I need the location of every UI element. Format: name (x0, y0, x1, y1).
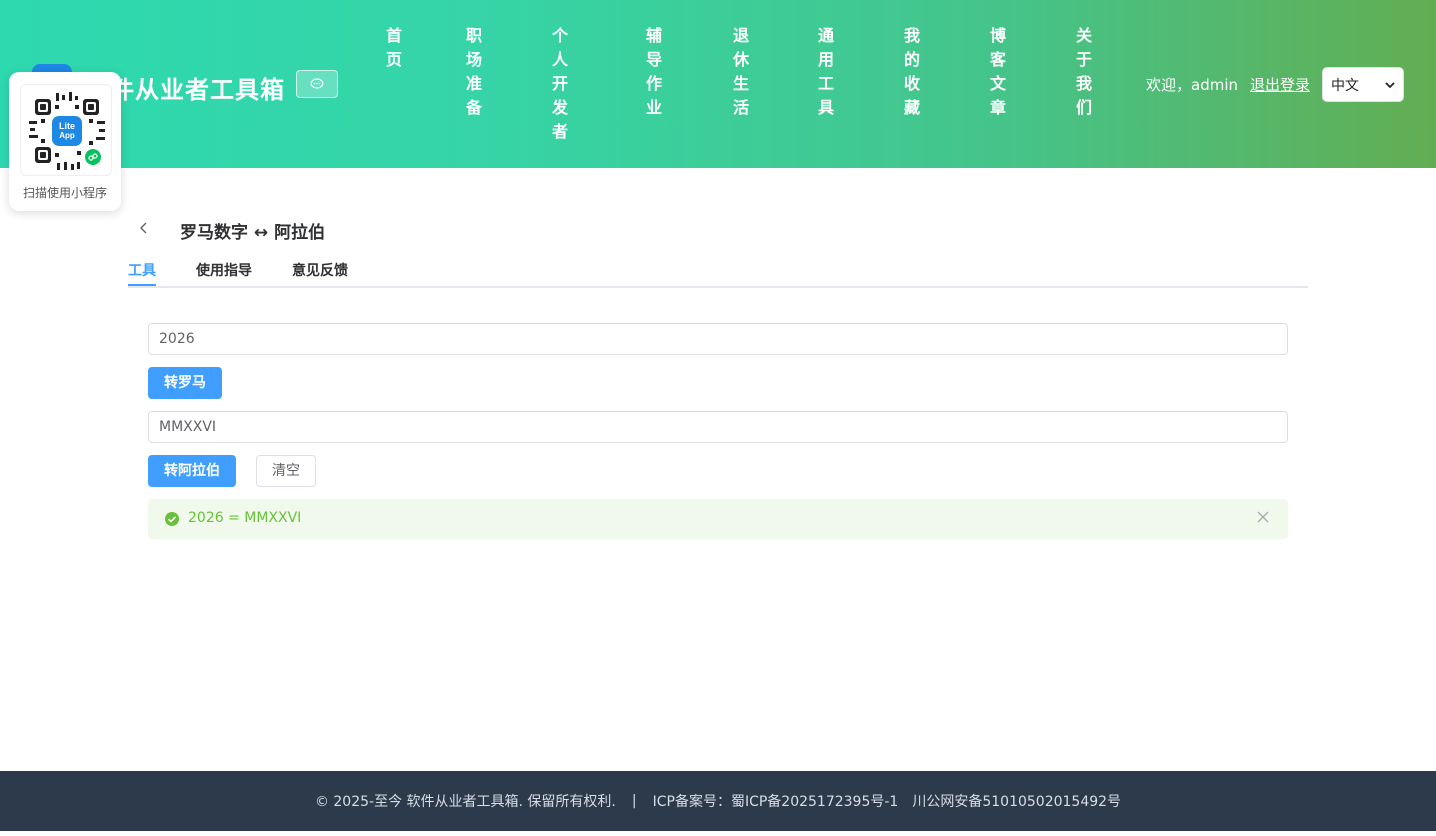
back-button[interactable] (134, 218, 154, 238)
result-alert: 2026 = MMXXVI (148, 499, 1288, 539)
nav-favorites[interactable]: 我的收藏 (902, 24, 922, 120)
footer-copyright: © 2025-至今 软件从业者工具箱. 保留所有权利. (314, 794, 616, 810)
top-header: 件从业者工具箱 首页 职场准备 个人开发者 辅导作业 退休生活 通用工具 我的收… (0, 0, 1436, 168)
page-title: 罗马数字 ↔ 阿拉伯 (180, 223, 326, 243)
welcome-text: 欢迎，admin (1146, 76, 1238, 94)
tab-usage-guide[interactable]: 使用指导 (196, 260, 252, 280)
svg-text:Lite: Lite (59, 121, 75, 131)
svg-text:App: App (59, 131, 75, 140)
nav-blog[interactable]: 博客文章 (988, 24, 1008, 120)
site-title[interactable]: 件从业者工具箱 (110, 70, 285, 105)
roman-numeral-input[interactable]: MMXXVI (148, 411, 1288, 443)
nav-indie-dev[interactable]: 个人开发者 (550, 24, 570, 144)
qr-code-image: Lite App (20, 84, 112, 176)
chevron-down-icon (1385, 81, 1395, 88)
qr-caption: 扫描使用小程序 (22, 186, 107, 200)
nav-home[interactable]: 首页 (384, 24, 404, 72)
chevron-left-icon (140, 222, 147, 234)
tab-tool[interactable]: 工具 (128, 260, 156, 280)
nav-homework[interactable]: 辅导作业 (644, 24, 664, 120)
success-check-icon (165, 512, 179, 526)
close-icon[interactable] (1256, 510, 1270, 524)
footer-icp[interactable]: ICP备案号：蜀ICP备2025172395号-1 (653, 791, 899, 811)
active-tab-indicator (128, 284, 156, 286)
language-value: 中文 (1331, 77, 1359, 94)
logout-link[interactable]: 退出登录 (1250, 74, 1310, 95)
to-arabic-button[interactable]: 转阿拉伯 (148, 455, 236, 487)
nav-career-prep[interactable]: 职场准备 (464, 24, 484, 120)
tab-feedback[interactable]: 意见反馈 (292, 260, 348, 280)
nav-retirement[interactable]: 退休生活 (731, 24, 751, 120)
arabic-number-input[interactable]: 2026 (148, 323, 1288, 355)
nav-about[interactable]: 关于我们 (1074, 24, 1094, 120)
tab-bar: 工具 使用指导 意见反馈 (128, 258, 1308, 288)
chat-bubble-icon (310, 78, 324, 89)
nav-general-tools[interactable]: 通用工具 (816, 24, 836, 120)
footer-separator: | (631, 793, 637, 809)
footer: © 2025-至今 软件从业者工具箱. 保留所有权利. | ICP备案号：蜀IC… (0, 771, 1436, 831)
result-text: 2026 = MMXXVI (188, 510, 302, 526)
language-select[interactable]: 中文 (1322, 67, 1404, 102)
miniprogram-qr-card: Lite App 扫描使用小程序 (9, 72, 121, 211)
footer-police-record[interactable]: 川公网安备51010502015492号 (912, 791, 1121, 811)
to-roman-button[interactable]: 转罗马 (148, 367, 222, 399)
chat-button[interactable] (296, 70, 338, 98)
clear-button[interactable]: 清空 (256, 455, 316, 487)
qr-code-icon: Lite App (25, 89, 109, 173)
